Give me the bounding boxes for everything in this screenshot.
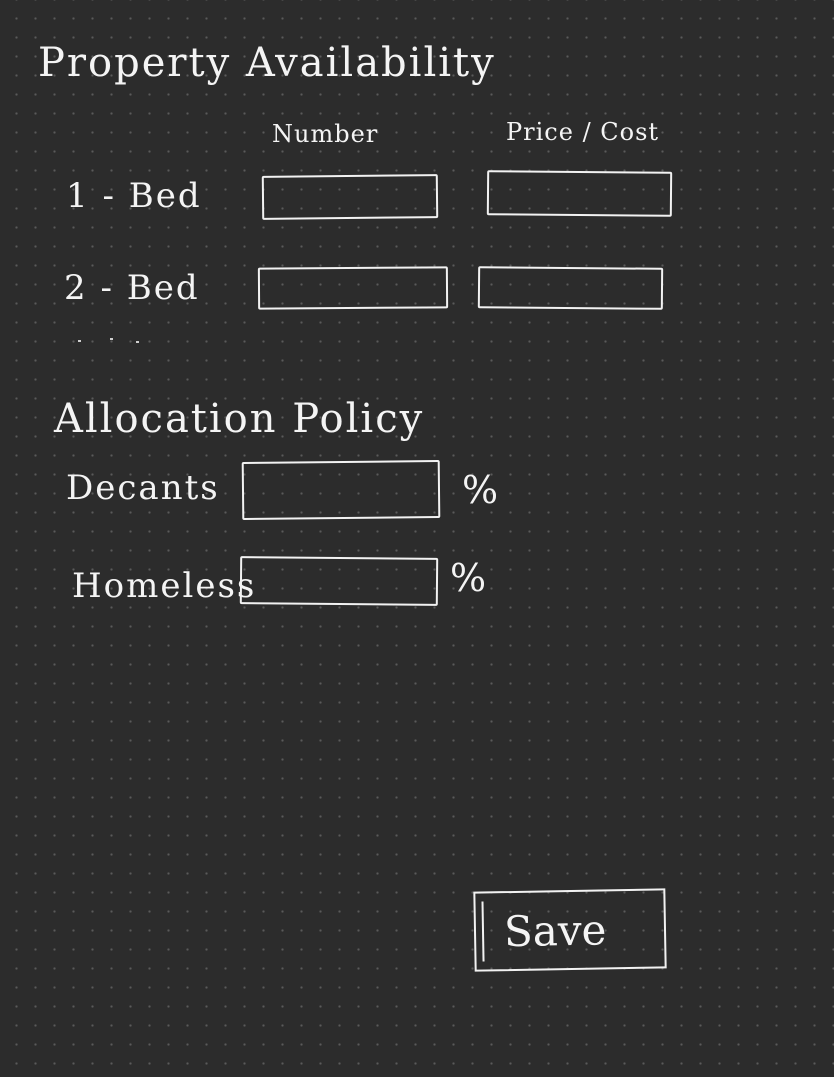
section-title-allocation-policy: Allocation Policy — [54, 396, 425, 442]
stray-mark — [136, 341, 139, 343]
decants-percent-sign: % — [462, 468, 500, 512]
homeless-percent-input[interactable] — [239, 556, 439, 606]
save-button[interactable]: Save — [473, 888, 667, 972]
row-label-1-bed: 1 - Bed — [66, 176, 202, 216]
save-button-label: Save — [503, 904, 607, 956]
2-bed-number-input[interactable] — [257, 266, 449, 310]
1-bed-price-input[interactable] — [486, 170, 673, 217]
button-edge-stroke — [481, 901, 485, 962]
sketch-canvas: Property Availability Number Price / Cos… — [0, 0, 834, 1077]
column-header-price: Price / Cost — [506, 118, 660, 146]
column-header-number: Number — [272, 120, 379, 148]
row-label-2-bed: 2 - Bed — [64, 268, 200, 308]
section-title-property-availability: Property Availability — [38, 40, 496, 86]
stray-mark — [78, 340, 81, 342]
field-label-homeless: Homeless — [72, 566, 257, 606]
homeless-percent-sign: % — [450, 556, 488, 600]
stray-mark — [110, 338, 113, 340]
1-bed-number-input[interactable] — [261, 174, 439, 220]
field-label-decants: Decants — [66, 468, 220, 508]
2-bed-price-input[interactable] — [477, 266, 664, 310]
decants-percent-input[interactable] — [241, 459, 441, 521]
